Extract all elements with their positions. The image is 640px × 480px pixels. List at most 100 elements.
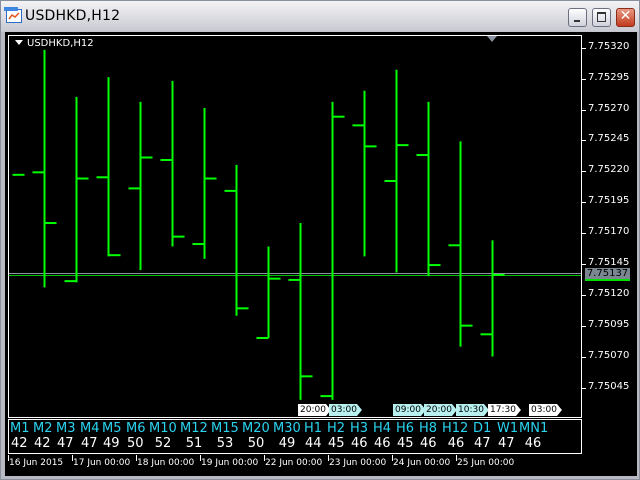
timeframe-h6[interactable]: H6 bbox=[396, 421, 414, 436]
price-tick bbox=[582, 202, 586, 204]
timeframe-value: 46 bbox=[351, 436, 368, 451]
timeframe-value: 42 bbox=[34, 436, 51, 451]
price-tick-label: 7.75245 bbox=[588, 133, 630, 145]
ohlc-bars bbox=[9, 49, 581, 400]
price-tick bbox=[582, 294, 586, 296]
title-bar[interactable]: USDHKD,H12 ✕ bbox=[1, 1, 639, 32]
maximize-button[interactable] bbox=[592, 8, 611, 27]
timeframe-value: 44 bbox=[305, 436, 322, 451]
timeframe-value: 47 bbox=[498, 436, 515, 451]
price-tick-label: 7.75220 bbox=[588, 164, 630, 176]
price-axis[interactable]: 7.75137 7.75320 7.75295 7.75270 7.75245 7.75… bbox=[582, 32, 637, 420]
timeframe-value: 45 bbox=[328, 436, 345, 451]
timeframe-value: 53 bbox=[216, 436, 234, 451]
timeframe-value: 50 bbox=[247, 436, 265, 451]
timeframe-m30[interactable]: M30 bbox=[273, 421, 301, 436]
timeframe-value: 46 bbox=[447, 436, 465, 451]
price-tick bbox=[582, 325, 586, 327]
price-tick bbox=[582, 109, 586, 111]
price-tick-label: 7.75270 bbox=[588, 102, 630, 114]
timeframe-m4[interactable]: M4 bbox=[80, 421, 100, 436]
timeframe-value: 50 bbox=[127, 436, 144, 451]
price-tick-label: 7.75195 bbox=[588, 195, 630, 207]
price-tick-label: 7.75295 bbox=[588, 71, 630, 83]
window-title: USDHKD,H12 bbox=[25, 8, 121, 24]
time-tick-label: 19 Jun 00:00 bbox=[201, 458, 259, 468]
minimize-icon bbox=[574, 20, 580, 22]
timeframe-mn1[interactable]: MN1 bbox=[519, 421, 548, 436]
session-time-label: 10:30 bbox=[456, 404, 489, 416]
timeframe-m15[interactable]: M15 bbox=[211, 421, 239, 436]
timeframe-m10[interactable]: M10 bbox=[149, 421, 177, 436]
price-tick bbox=[582, 140, 586, 142]
timeframe-d1[interactable]: D1 bbox=[473, 421, 491, 436]
timeframe-m3[interactable]: M3 bbox=[56, 421, 76, 436]
timeframe-value: 46 bbox=[420, 436, 437, 451]
timeframe-m12[interactable]: M12 bbox=[180, 421, 208, 436]
timeframe-m20[interactable]: M20 bbox=[242, 421, 270, 436]
session-time-label: 17:30 bbox=[488, 404, 521, 416]
timeframe-value: 49 bbox=[103, 436, 120, 451]
timeframe-h8[interactable]: H8 bbox=[419, 421, 437, 436]
chart-window-icon bbox=[4, 7, 22, 23]
minimize-button[interactable] bbox=[568, 8, 587, 27]
timeframe-panel: M1 42 M2 42 M3 47 M4 47 M5 49 M6 50 M10 52 M12 51 M15 53 M… bbox=[8, 419, 582, 454]
time-axis[interactable]: 16 Jun 2015 17 Jun 00:00 18 Jun 00:00 19 Ju… bbox=[5, 455, 637, 475]
price-tick bbox=[582, 233, 586, 235]
chart-symbol-text: USDHKD,H12 bbox=[27, 38, 94, 49]
price-tick-label: 7.75120 bbox=[588, 287, 630, 299]
time-tick-label: 22 Jun 00:00 bbox=[265, 458, 323, 468]
bid-price-label: 7.75137 bbox=[585, 267, 630, 281]
price-tick-label: 7.75095 bbox=[588, 318, 630, 330]
price-tick-label: 7.75070 bbox=[588, 349, 630, 361]
timeframe-value: 51 bbox=[185, 436, 203, 451]
chart-window: USDHKD,H12 ✕ USDHKD,H12 20:00 03:00 09:00 2… bbox=[0, 0, 640, 480]
price-chart[interactable]: USDHKD,H12 20:00 03:00 09:00 20:00 10:30 17:3… bbox=[8, 35, 582, 418]
timeframe-value: 46 bbox=[374, 436, 391, 451]
time-tick-label: 18 Jun 00:00 bbox=[137, 458, 195, 468]
timeframe-h2[interactable]: H2 bbox=[327, 421, 345, 436]
timeframe-value: 47 bbox=[57, 436, 74, 451]
time-tick-label: 16 Jun 2015 bbox=[9, 458, 64, 468]
timeframe-value: 42 bbox=[11, 436, 28, 451]
timeframe-value: 52 bbox=[154, 436, 172, 451]
session-time-label: 03:00 bbox=[329, 404, 362, 416]
price-tick bbox=[582, 78, 586, 80]
chart-shift-marker-icon[interactable] bbox=[487, 36, 497, 42]
timeframe-h1[interactable]: H1 bbox=[304, 421, 322, 436]
timeframe-h3[interactable]: H3 bbox=[350, 421, 368, 436]
timeframe-m5[interactable]: M5 bbox=[102, 421, 122, 436]
session-time-label: 03:00 bbox=[529, 404, 562, 416]
price-tick-label: 7.75170 bbox=[588, 226, 630, 238]
timeframe-m2[interactable]: M2 bbox=[33, 421, 53, 436]
timeframe-m1[interactable]: M1 bbox=[10, 421, 30, 436]
time-tick-label: 24 Jun 00:00 bbox=[393, 458, 451, 468]
chart-area[interactable]: USDHKD,H12 20:00 03:00 09:00 20:00 10:30 17:3… bbox=[5, 32, 637, 476]
price-tick-label: 7.75320 bbox=[588, 40, 630, 52]
chart-symbol-label[interactable]: USDHKD,H12 bbox=[15, 38, 94, 49]
price-tick-label: 7.75145 bbox=[588, 257, 630, 269]
price-tick bbox=[582, 387, 586, 389]
timeframe-value: 47 bbox=[81, 436, 98, 451]
price-tick bbox=[582, 47, 586, 49]
session-time-label: 20:00 bbox=[298, 404, 331, 416]
timeframe-h4[interactable]: H4 bbox=[373, 421, 391, 436]
timeframe-w1[interactable]: W1 bbox=[497, 421, 518, 436]
price-tick-label: 7.75045 bbox=[588, 380, 630, 392]
timeframe-h12[interactable]: H12 bbox=[442, 421, 468, 436]
price-tick bbox=[582, 171, 586, 173]
timeframe-value: 47 bbox=[474, 436, 491, 451]
maximize-icon bbox=[597, 12, 606, 22]
timeframe-value: 49 bbox=[278, 436, 296, 451]
price-tick bbox=[582, 356, 586, 358]
session-time-label: 09:00 bbox=[393, 404, 426, 416]
session-time-label: 20:00 bbox=[424, 404, 457, 416]
timeframe-value: 45 bbox=[397, 436, 414, 451]
time-tick-label: 17 Jun 00:00 bbox=[73, 458, 131, 468]
close-icon: ✕ bbox=[619, 8, 632, 24]
close-button[interactable]: ✕ bbox=[616, 8, 635, 27]
price-tick bbox=[582, 264, 586, 266]
time-tick-label: 23 Jun 00:00 bbox=[329, 458, 387, 468]
timeframe-m6[interactable]: M6 bbox=[126, 421, 146, 436]
time-tick-label: 25 Jun 00:00 bbox=[457, 458, 515, 468]
